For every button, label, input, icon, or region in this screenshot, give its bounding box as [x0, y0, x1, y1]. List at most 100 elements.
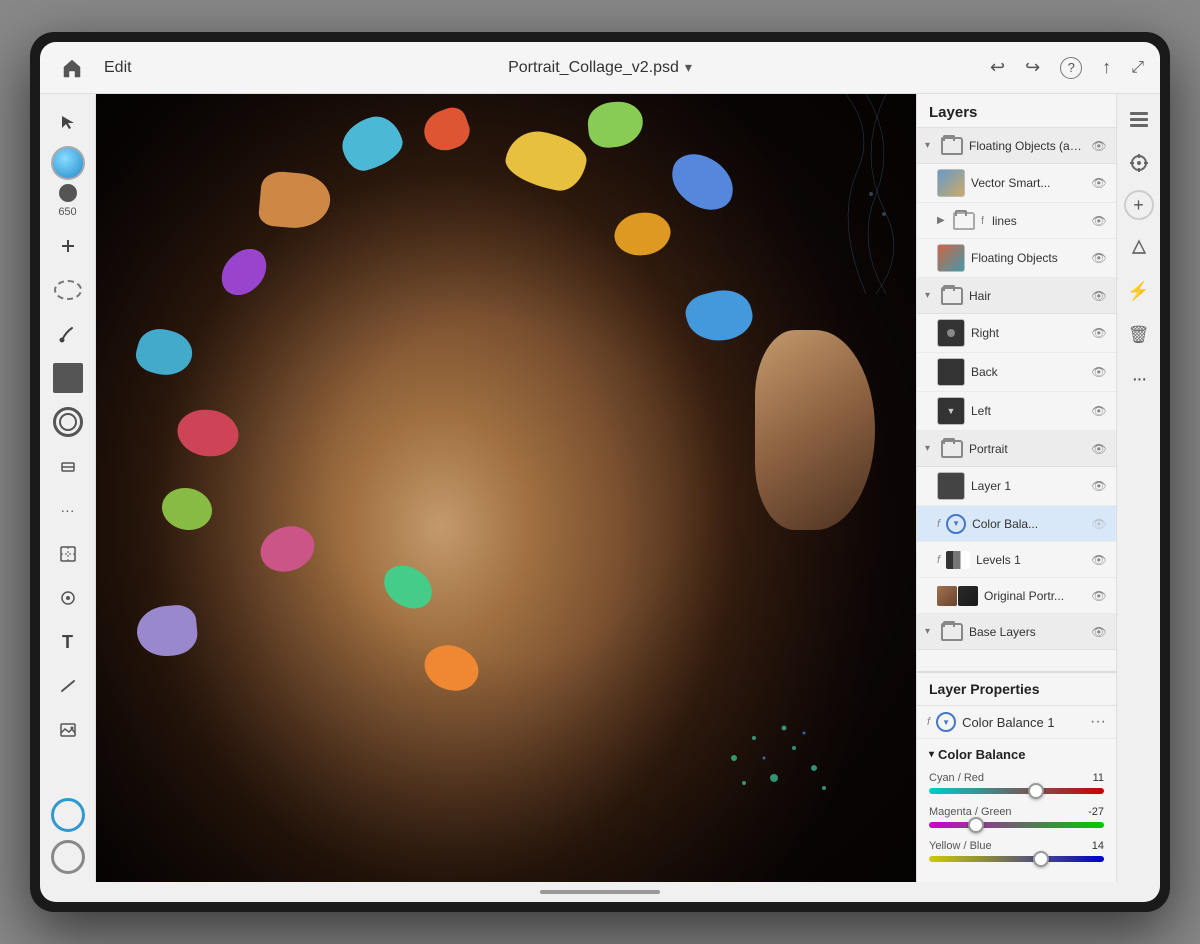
group-floating-objects[interactable]: ▾ Floating Objects (alway... 👁 — [917, 128, 1116, 164]
slider-track-magenta-green[interactable] — [929, 822, 1104, 828]
layer-name: Floating Objects — [971, 251, 1084, 265]
layer-name: Levels 1 — [976, 553, 1084, 567]
layer-thumbnail — [937, 472, 965, 500]
more-options-button[interactable]: ··· — [1122, 362, 1156, 396]
visibility-icon[interactable]: 👁 — [1090, 625, 1108, 639]
folder-icon — [953, 212, 975, 230]
visibility-icon[interactable]: 👁 — [1090, 289, 1108, 303]
visibility-icon[interactable]: 👁 — [1090, 214, 1108, 228]
more-tools[interactable]: ··· — [48, 490, 88, 530]
layer-name: Left — [971, 404, 1084, 418]
canvas-area — [96, 94, 916, 882]
slider-track-cyan-red[interactable] — [929, 788, 1104, 794]
props-layer-name: Color Balance 1 — [962, 715, 1084, 730]
layer-right[interactable]: Right 👁 — [917, 314, 1116, 353]
eraser-tool[interactable] — [48, 446, 88, 486]
visibility-icon[interactable]: 👁 — [1090, 404, 1108, 418]
layer-name: Right — [971, 326, 1084, 340]
layer-floating-objects[interactable]: Floating Objects 👁 — [917, 239, 1116, 278]
collapse-icon[interactable]: ▾ — [929, 749, 934, 760]
slider-thumb-magenta-green[interactable] — [968, 817, 984, 833]
slider-row-cyan-red: Cyan / Red 11 — [929, 772, 1104, 794]
home-button[interactable] — [56, 52, 88, 84]
slider-label-cyan-red: Cyan / Red — [929, 772, 984, 784]
color-picker[interactable] — [51, 146, 85, 180]
layers-panel-toggle[interactable] — [1122, 102, 1156, 136]
shape-tool[interactable] — [48, 358, 88, 398]
props-layer-row: f Color Balance 1 ··· — [917, 706, 1116, 739]
folder-icon — [941, 137, 963, 155]
visibility-icon[interactable]: 👁 — [1090, 589, 1108, 603]
dual-thumbnail — [937, 586, 978, 606]
file-dropdown-icon[interactable]: ▾ — [685, 59, 692, 76]
props-adjustment-icon — [936, 712, 956, 732]
group-name: Floating Objects (alway... — [969, 139, 1084, 153]
visibility-icon[interactable]: 👁 — [1090, 479, 1108, 493]
undo-button[interactable]: ↩ — [990, 57, 1005, 78]
slider-row-magenta-green: Magenta / Green -27 — [929, 806, 1104, 828]
brush-tool[interactable] — [48, 314, 88, 354]
chevron-down-icon: ▾ — [925, 443, 935, 454]
visibility-icon[interactable]: 👁 — [1090, 365, 1108, 379]
visibility-icon[interactable]: 👁 — [1090, 326, 1108, 340]
image-tool[interactable] — [48, 710, 88, 750]
levels-icon — [946, 551, 970, 569]
edit-label[interactable]: Edit — [104, 59, 132, 77]
add-tool[interactable] — [48, 226, 88, 266]
chevron-right-icon: ▶ — [937, 215, 947, 226]
marquee-tool[interactable] — [48, 270, 88, 310]
file-title[interactable]: Portrait_Collage_v2.psd — [508, 59, 679, 77]
visibility-icon-hidden[interactable]: 👁 — [1090, 517, 1108, 531]
layers-title: Layers — [917, 94, 1116, 128]
slider-thumb-cyan-red[interactable] — [1028, 783, 1044, 799]
layer-name: Vector Smart... — [971, 176, 1084, 190]
slider-thumb-yellow-blue[interactable] — [1033, 851, 1049, 867]
slider-track-yellow-blue[interactable] — [929, 856, 1104, 862]
layer-back[interactable]: Back 👁 — [917, 353, 1116, 392]
visibility-icon[interactable]: 👁 — [1090, 442, 1108, 456]
layer-left[interactable]: ▼ Left 👁 — [917, 392, 1116, 431]
visibility-icon[interactable]: 👁 — [1090, 176, 1108, 190]
share-button[interactable]: ↑ — [1102, 57, 1111, 78]
layer-name: Layer 1 — [971, 479, 1084, 493]
healing-tool[interactable] — [48, 578, 88, 618]
layer-original-portrait[interactable]: Original Portr... 👁 — [917, 578, 1116, 614]
select-tool[interactable] — [48, 102, 88, 142]
group-name: Portrait — [969, 442, 1084, 456]
layer-color-balance[interactable]: f Color Bala... 👁 — [917, 506, 1116, 542]
help-button[interactable]: ? — [1060, 57, 1082, 79]
redo-button[interactable]: ↪ — [1025, 57, 1040, 78]
fullscreen-button[interactable]: ⤢ — [1131, 59, 1144, 77]
slider-value-yellow-blue: 14 — [1092, 840, 1104, 852]
group-portrait[interactable]: ▾ Portrait 👁 — [917, 431, 1116, 467]
layer-properties-panel: Layer Properties f Color Balance 1 ··· ▾… — [917, 671, 1116, 882]
right-side-toolbar: + ⚡ 🗑 ··· — [1116, 94, 1160, 882]
group-hair[interactable]: ▾ Hair 👁 — [917, 278, 1116, 314]
slider-value-cyan-red: 11 — [1093, 772, 1104, 784]
lightning-tool[interactable]: ⚡ — [1122, 274, 1156, 308]
stamp-tool[interactable] — [48, 402, 88, 442]
chevron-down-icon: ▾ — [925, 140, 935, 151]
layer-1[interactable]: Layer 1 👁 — [917, 467, 1116, 506]
line-tool[interactable] — [48, 666, 88, 706]
visibility-icon[interactable]: 👁 — [1090, 139, 1108, 153]
layer-vector-smart[interactable]: Vector Smart... 👁 — [917, 164, 1116, 203]
layer-lines[interactable]: ▶ f lines 👁 — [917, 203, 1116, 239]
layer-levels[interactable]: f Levels 1 👁 — [917, 542, 1116, 578]
left-toolbar: 650 — [40, 94, 96, 882]
type-tool[interactable]: T — [48, 622, 88, 662]
delete-layer-button[interactable]: 🗑 — [1122, 318, 1156, 352]
visibility-icon[interactable]: 👁 — [1090, 553, 1108, 567]
group-base-layers[interactable]: ▾ Base Layers 👁 — [917, 614, 1116, 650]
add-layer-button[interactable]: + — [1124, 190, 1154, 220]
stamp-tool-2[interactable] — [1122, 230, 1156, 264]
props-more-button[interactable]: ··· — [1090, 713, 1106, 731]
visibility-icon[interactable]: 👁 — [1090, 251, 1108, 265]
slider-label-yellow-blue: Yellow / Blue — [929, 840, 992, 852]
brush-size-label: 650 — [58, 206, 76, 218]
bottom-color-circle[interactable] — [51, 798, 85, 832]
folder-icon — [941, 287, 963, 305]
transform-tool[interactable] — [48, 534, 88, 574]
properties-panel-toggle[interactable] — [1122, 146, 1156, 180]
layer-properties-title: Layer Properties — [917, 673, 1116, 706]
